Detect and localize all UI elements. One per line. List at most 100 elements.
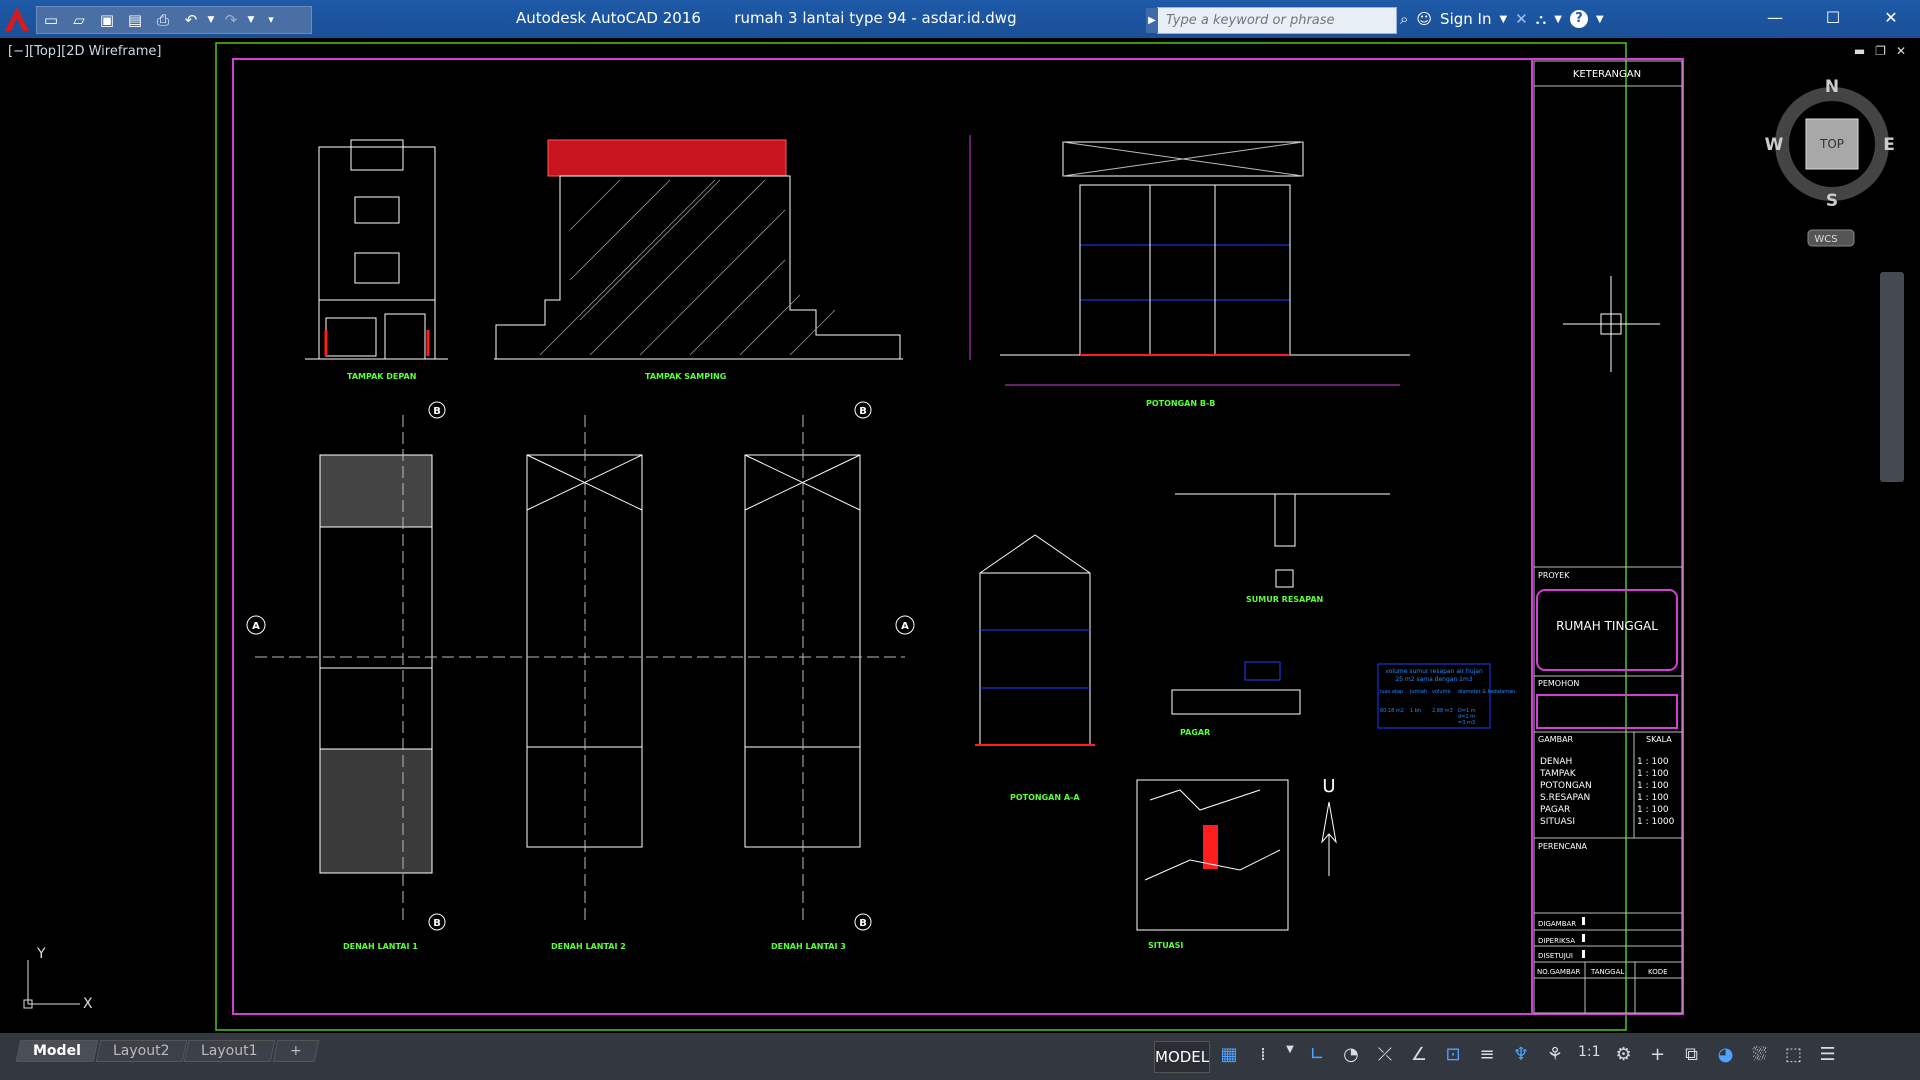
binoculars-icon[interactable]: ⌕ xyxy=(1400,10,1408,28)
annotation-scale[interactable]: 1:1 xyxy=(1578,1044,1601,1065)
workspace-gear-icon[interactable]: ⚙ xyxy=(1613,1044,1635,1065)
title-bar-tools: ⌕ ☺ Sign In ▼ ✕ ⛬ ▼ ? ▼ xyxy=(1400,6,1604,32)
object-snap-tracking-icon[interactable]: ∠ xyxy=(1408,1044,1430,1065)
drawing-close-icon[interactable]: ✕ xyxy=(1896,44,1906,58)
crosshair-cursor xyxy=(1563,276,1660,372)
drawing-border xyxy=(232,58,1684,1015)
add-layout-button[interactable]: + xyxy=(272,1040,319,1062)
user-icon[interactable]: ☺ xyxy=(1416,10,1432,28)
site-plan xyxy=(1136,779,1289,931)
sheet-name: TAMPAK xyxy=(1539,769,1577,779)
section-aa xyxy=(975,534,1095,746)
project-name: RUMAH TINGGAL xyxy=(1556,619,1658,633)
object-snap-icon[interactable]: ⊡ xyxy=(1442,1044,1464,1065)
tab-layout1[interactable]: Layout1 xyxy=(184,1040,276,1062)
viewcube-north[interactable]: N xyxy=(1825,77,1839,97)
hardware-acceleration-icon[interactable]: ⛆ xyxy=(1749,1044,1771,1065)
units-icon[interactable]: ⧉ xyxy=(1681,1044,1703,1065)
navigation-bar[interactable] xyxy=(1880,272,1904,482)
drawing-minimize-icon[interactable]: ▬ xyxy=(1854,44,1865,58)
annotation-visibility-icon[interactable]: ♆ xyxy=(1510,1044,1532,1065)
sign-in-button[interactable]: Sign In xyxy=(1440,10,1491,28)
north-arrow: U xyxy=(1321,776,1337,876)
sheet-scale: 1 : 100 xyxy=(1637,757,1669,767)
clean-screen-icon[interactable]: ⬚ xyxy=(1783,1044,1805,1065)
minimize-button[interactable]: — xyxy=(1746,0,1804,36)
title-potongan-aa: POTONGAN A-A xyxy=(1010,793,1080,802)
title-situasi: SITUASI xyxy=(1148,941,1183,950)
autocad-logo-icon[interactable] xyxy=(2,4,32,34)
water-table-cell: =3 m3 xyxy=(1458,720,1475,726)
grid-icon[interactable]: ▦ xyxy=(1218,1044,1240,1065)
water-table-col: jumlah xyxy=(1409,689,1427,695)
lineweight-icon[interactable]: ≡ xyxy=(1476,1044,1498,1065)
redo-dropdown-icon[interactable]: ▼ xyxy=(245,8,257,32)
viewport-controls-label[interactable]: [−][Top][2D Wireframe] xyxy=(8,44,161,59)
title-denah1: DENAH LANTAI 1 xyxy=(343,942,418,951)
title-sumur-resapan: SUMUR RESAPAN xyxy=(1246,595,1323,604)
tab-model[interactable]: Model xyxy=(15,1040,99,1062)
side-elevation xyxy=(494,139,903,360)
sheet-scale: 1 : 100 xyxy=(1637,793,1669,803)
help-icon[interactable]: ? xyxy=(1569,10,1588,28)
redo-icon[interactable]: ↷ xyxy=(217,8,245,32)
auto-scale-icon[interactable]: ⚘ xyxy=(1544,1044,1566,1065)
ortho-icon[interactable]: ∟ xyxy=(1306,1044,1328,1065)
digambar-label: DIGAMBAR xyxy=(1538,920,1576,928)
snap-icon[interactable]: ⁞ xyxy=(1252,1044,1274,1065)
status-bar-toggles: ▦ ⁞ ▼ ∟ ◔ ⤫ ∠ ⊡ ≡ ♆ ⚘ 1:1 ⚙ + ⧉ ◕ ⛆ ⬚ ☰ xyxy=(1218,1044,1839,1065)
section-marker-b3-bottom: B xyxy=(859,918,867,929)
infiltration-well-detail xyxy=(1175,493,1390,588)
drawing-svg: KETERANGAN PROYEK RUMAH TINGGAL PEMOHON … xyxy=(23,42,1895,1031)
save-as-icon[interactable]: ▤ xyxy=(121,8,149,32)
a360-icon[interactable]: ⛬ xyxy=(1536,10,1547,28)
customize-toolbar-icon[interactable]: ▾ xyxy=(257,8,285,32)
search-input[interactable] xyxy=(1158,8,1394,33)
sheet-scale: 1 : 100 xyxy=(1637,781,1669,791)
drawing-window-controls: ▬ ❐ ✕ xyxy=(1854,44,1906,58)
sheet-boundary xyxy=(215,42,1627,1031)
snap-dropdown-icon[interactable]: ▼ xyxy=(1286,1044,1294,1065)
add-icon[interactable]: + xyxy=(1647,1044,1669,1065)
customization-icon[interactable]: ☰ xyxy=(1817,1044,1839,1065)
front-elevation xyxy=(305,139,448,360)
undo-icon[interactable]: ↶ xyxy=(177,8,205,32)
water-table-cell: 2,88 m3 xyxy=(1432,708,1453,714)
water-table-col: volume xyxy=(1432,689,1451,695)
water-table-col: diameter & kedalaman xyxy=(1458,689,1515,695)
diperiksa-label: DIPERIKSA xyxy=(1538,937,1575,945)
save-icon[interactable]: ▣ xyxy=(93,8,121,32)
viewcube[interactable]: TOP N S E W WCS xyxy=(1765,77,1895,247)
exchange-icon[interactable]: ✕ xyxy=(1515,10,1528,28)
tab-layout2[interactable]: Layout2 xyxy=(95,1040,187,1062)
isolate-objects-icon[interactable]: ◕ xyxy=(1715,1044,1737,1065)
drawing-restore-icon[interactable]: ❐ xyxy=(1875,44,1886,58)
viewcube-south[interactable]: S xyxy=(1826,191,1838,211)
maximize-button[interactable]: ☐ xyxy=(1804,0,1862,36)
help-dropdown-icon[interactable]: ▼ xyxy=(1596,14,1604,25)
water-table-cell: 1 bh xyxy=(1410,708,1421,714)
drawing-area[interactable]: KETERANGAN PROYEK RUMAH TINGGAL PEMOHON … xyxy=(0,38,1920,1033)
ucs-y-label: Y xyxy=(36,946,46,962)
close-button[interactable]: ✕ xyxy=(1862,0,1920,36)
sign-in-dropdown-icon[interactable]: ▼ xyxy=(1499,14,1507,25)
open-file-icon[interactable]: ▱ xyxy=(65,8,93,32)
viewcube-east[interactable]: E xyxy=(1883,135,1895,155)
model-space-button[interactable]: MODEL xyxy=(1154,1041,1210,1073)
undo-dropdown-icon[interactable]: ▼ xyxy=(205,8,217,32)
search-expand-icon[interactable]: ▶ xyxy=(1146,8,1158,33)
window-controls: — ☐ ✕ xyxy=(1746,0,1920,36)
fence-detail xyxy=(1171,661,1301,715)
water-table-header1: volume sumur resapan air hujan xyxy=(1385,668,1483,675)
quick-access-toolbar: ▭ ▱ ▣ ▤ ⎙ ↶ ▼ ↷ ▼ ▾ xyxy=(36,6,312,34)
sheet-name: POTONGAN xyxy=(1540,781,1592,791)
print-icon[interactable]: ⎙ xyxy=(149,8,177,32)
isodraft-icon[interactable]: ⤫ xyxy=(1374,1044,1396,1065)
polar-icon[interactable]: ◔ xyxy=(1340,1044,1362,1065)
a360-dropdown-icon[interactable]: ▼ xyxy=(1554,14,1562,25)
new-file-icon[interactable]: ▭ xyxy=(37,8,65,32)
viewcube-west[interactable]: W xyxy=(1765,135,1784,155)
title-pagar: PAGAR xyxy=(1180,728,1210,737)
proyek-label: PROYEK xyxy=(1538,571,1570,580)
ucs-x-label: X xyxy=(83,996,93,1012)
